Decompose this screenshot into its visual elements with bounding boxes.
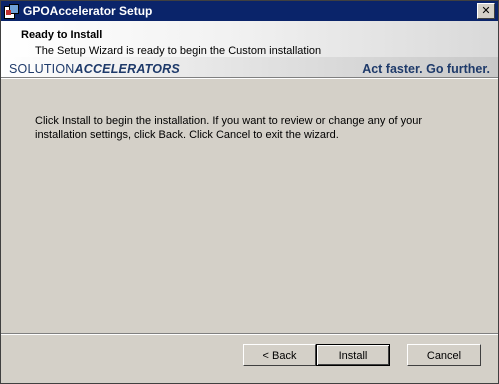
- header-banner: Ready to Install The Setup Wizard is rea…: [1, 21, 498, 77]
- logo-part1: SOLUTION: [9, 62, 75, 76]
- logo-part2: ACCELERATORS: [74, 62, 180, 76]
- solution-accelerators-logo: SOLUTIONACCELERATORS: [9, 62, 180, 76]
- back-button[interactable]: < Back: [243, 344, 316, 366]
- setup-app-icon: [3, 3, 19, 19]
- window-title: GPOAccelerator Setup: [23, 4, 153, 18]
- setup-window: GPOAccelerator Setup ✕ Ready to Install …: [0, 0, 499, 384]
- cancel-button[interactable]: Cancel: [407, 344, 481, 366]
- install-button[interactable]: Install: [316, 344, 390, 366]
- page-description: The Setup Wizard is ready to begin the C…: [35, 45, 322, 57]
- top-divider-highlight: [1, 78, 498, 79]
- tagline: Act faster. Go further.: [362, 62, 490, 76]
- title-bar[interactable]: GPOAccelerator Setup ✕: [1, 1, 498, 21]
- bottom-divider-highlight: [1, 334, 498, 335]
- page-title: Ready to Install: [21, 29, 103, 41]
- close-icon[interactable]: ✕: [477, 3, 495, 19]
- install-message: Click Install to begin the installation.…: [35, 115, 423, 141]
